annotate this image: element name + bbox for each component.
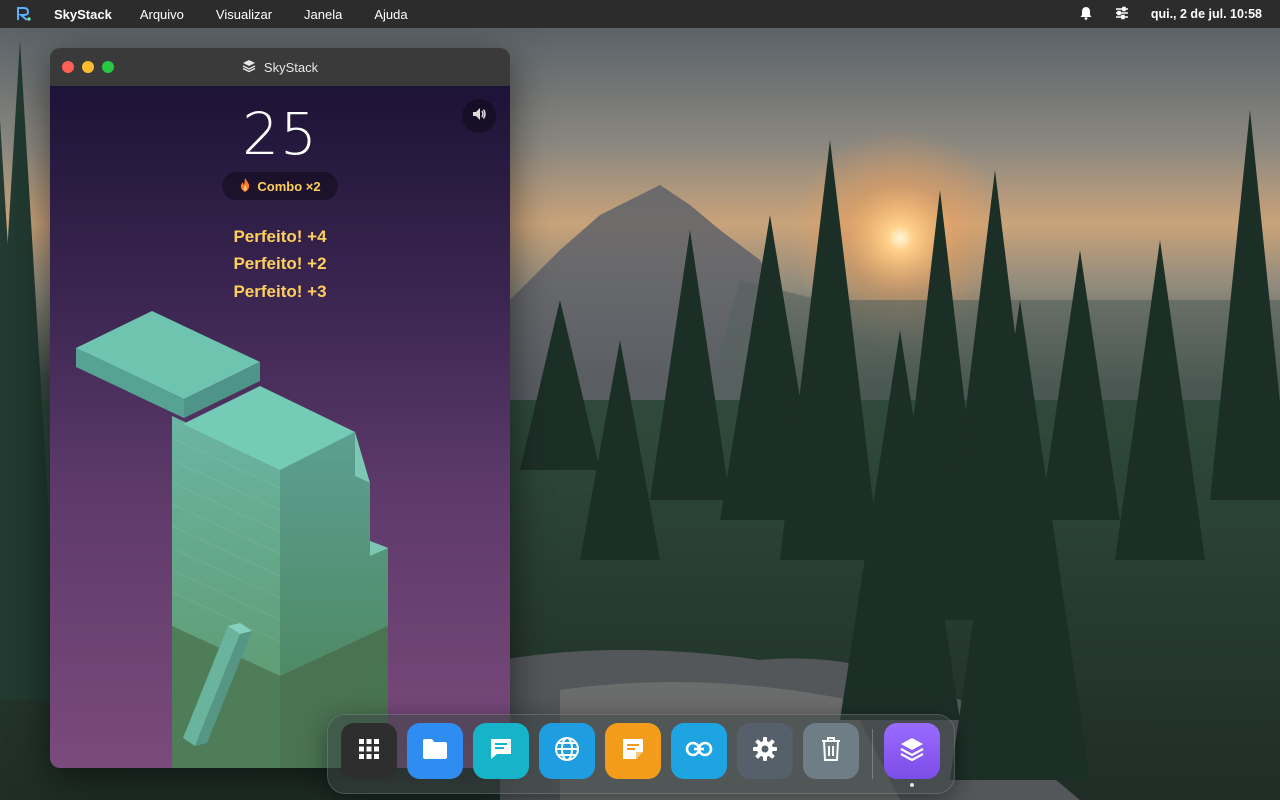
running-indicator <box>910 783 914 787</box>
menubar-clock[interactable]: qui., 2 de jul. 10:58 <box>1151 7 1262 21</box>
menu-app-name[interactable]: SkyStack <box>54 7 112 22</box>
maximize-button[interactable] <box>102 61 114 73</box>
dock-skystack[interactable] <box>884 723 940 779</box>
score-display: 25 <box>242 100 318 168</box>
perfect-message: Perfeito! +2 <box>233 254 327 273</box>
trash-icon <box>820 736 842 767</box>
dock-files[interactable] <box>407 723 463 779</box>
perfect-message: Perfeito! +4 <box>233 227 327 246</box>
grid-icon <box>358 738 380 765</box>
combo-label: Combo ×2 <box>257 178 321 194</box>
bell-icon[interactable] <box>1079 6 1093 23</box>
game-canvas[interactable]: 25 Combo ×2 Perfeito! +4 Perfeito! +2 Pe… <box>50 86 510 768</box>
close-button[interactable] <box>62 61 74 73</box>
window-titlebar[interactable]: SkyStack <box>50 48 510 86</box>
dock-messages[interactable] <box>473 723 529 779</box>
sliders-icon[interactable] <box>1115 6 1129 23</box>
flame-icon <box>239 177 251 195</box>
minimize-button[interactable] <box>82 61 94 73</box>
dock-notes[interactable] <box>605 723 661 779</box>
dock-links[interactable] <box>671 723 727 779</box>
menu-bar: SkyStack Arquivo Visualizar Janela Ajuda… <box>0 0 1280 28</box>
system-logo-icon[interactable] <box>14 4 34 24</box>
dock-separator <box>872 729 873 779</box>
dock-browser[interactable] <box>539 723 595 779</box>
menu-janela[interactable]: Janela <box>304 7 342 22</box>
note-icon <box>621 737 645 766</box>
dock-settings[interactable] <box>737 723 793 779</box>
perfect-message: Perfeito! +3 <box>233 282 327 301</box>
speaker-icon <box>471 106 487 127</box>
menu-visualizar[interactable]: Visualizar <box>216 7 272 22</box>
menu-ajuda[interactable]: Ajuda <box>374 7 407 22</box>
dock-apps-grid[interactable] <box>341 723 397 779</box>
globe-icon <box>554 736 580 767</box>
window-title: SkyStack <box>263 59 319 75</box>
folder-icon <box>422 738 448 765</box>
dock-trash[interactable] <box>803 723 859 779</box>
gear-icon <box>752 736 778 767</box>
menu-arquivo[interactable]: Arquivo <box>140 7 184 22</box>
chat-icon <box>488 736 514 767</box>
link-icon <box>685 741 713 762</box>
layers-icon <box>242 59 256 76</box>
dock <box>327 714 955 794</box>
layers-icon <box>899 736 925 767</box>
combo-badge: Combo ×2 <box>222 172 338 200</box>
skystack-window: SkyStack 25 Combo ×2 Perfeito! +4 Perfei… <box>50 48 510 768</box>
sound-toggle-button[interactable] <box>462 99 496 133</box>
